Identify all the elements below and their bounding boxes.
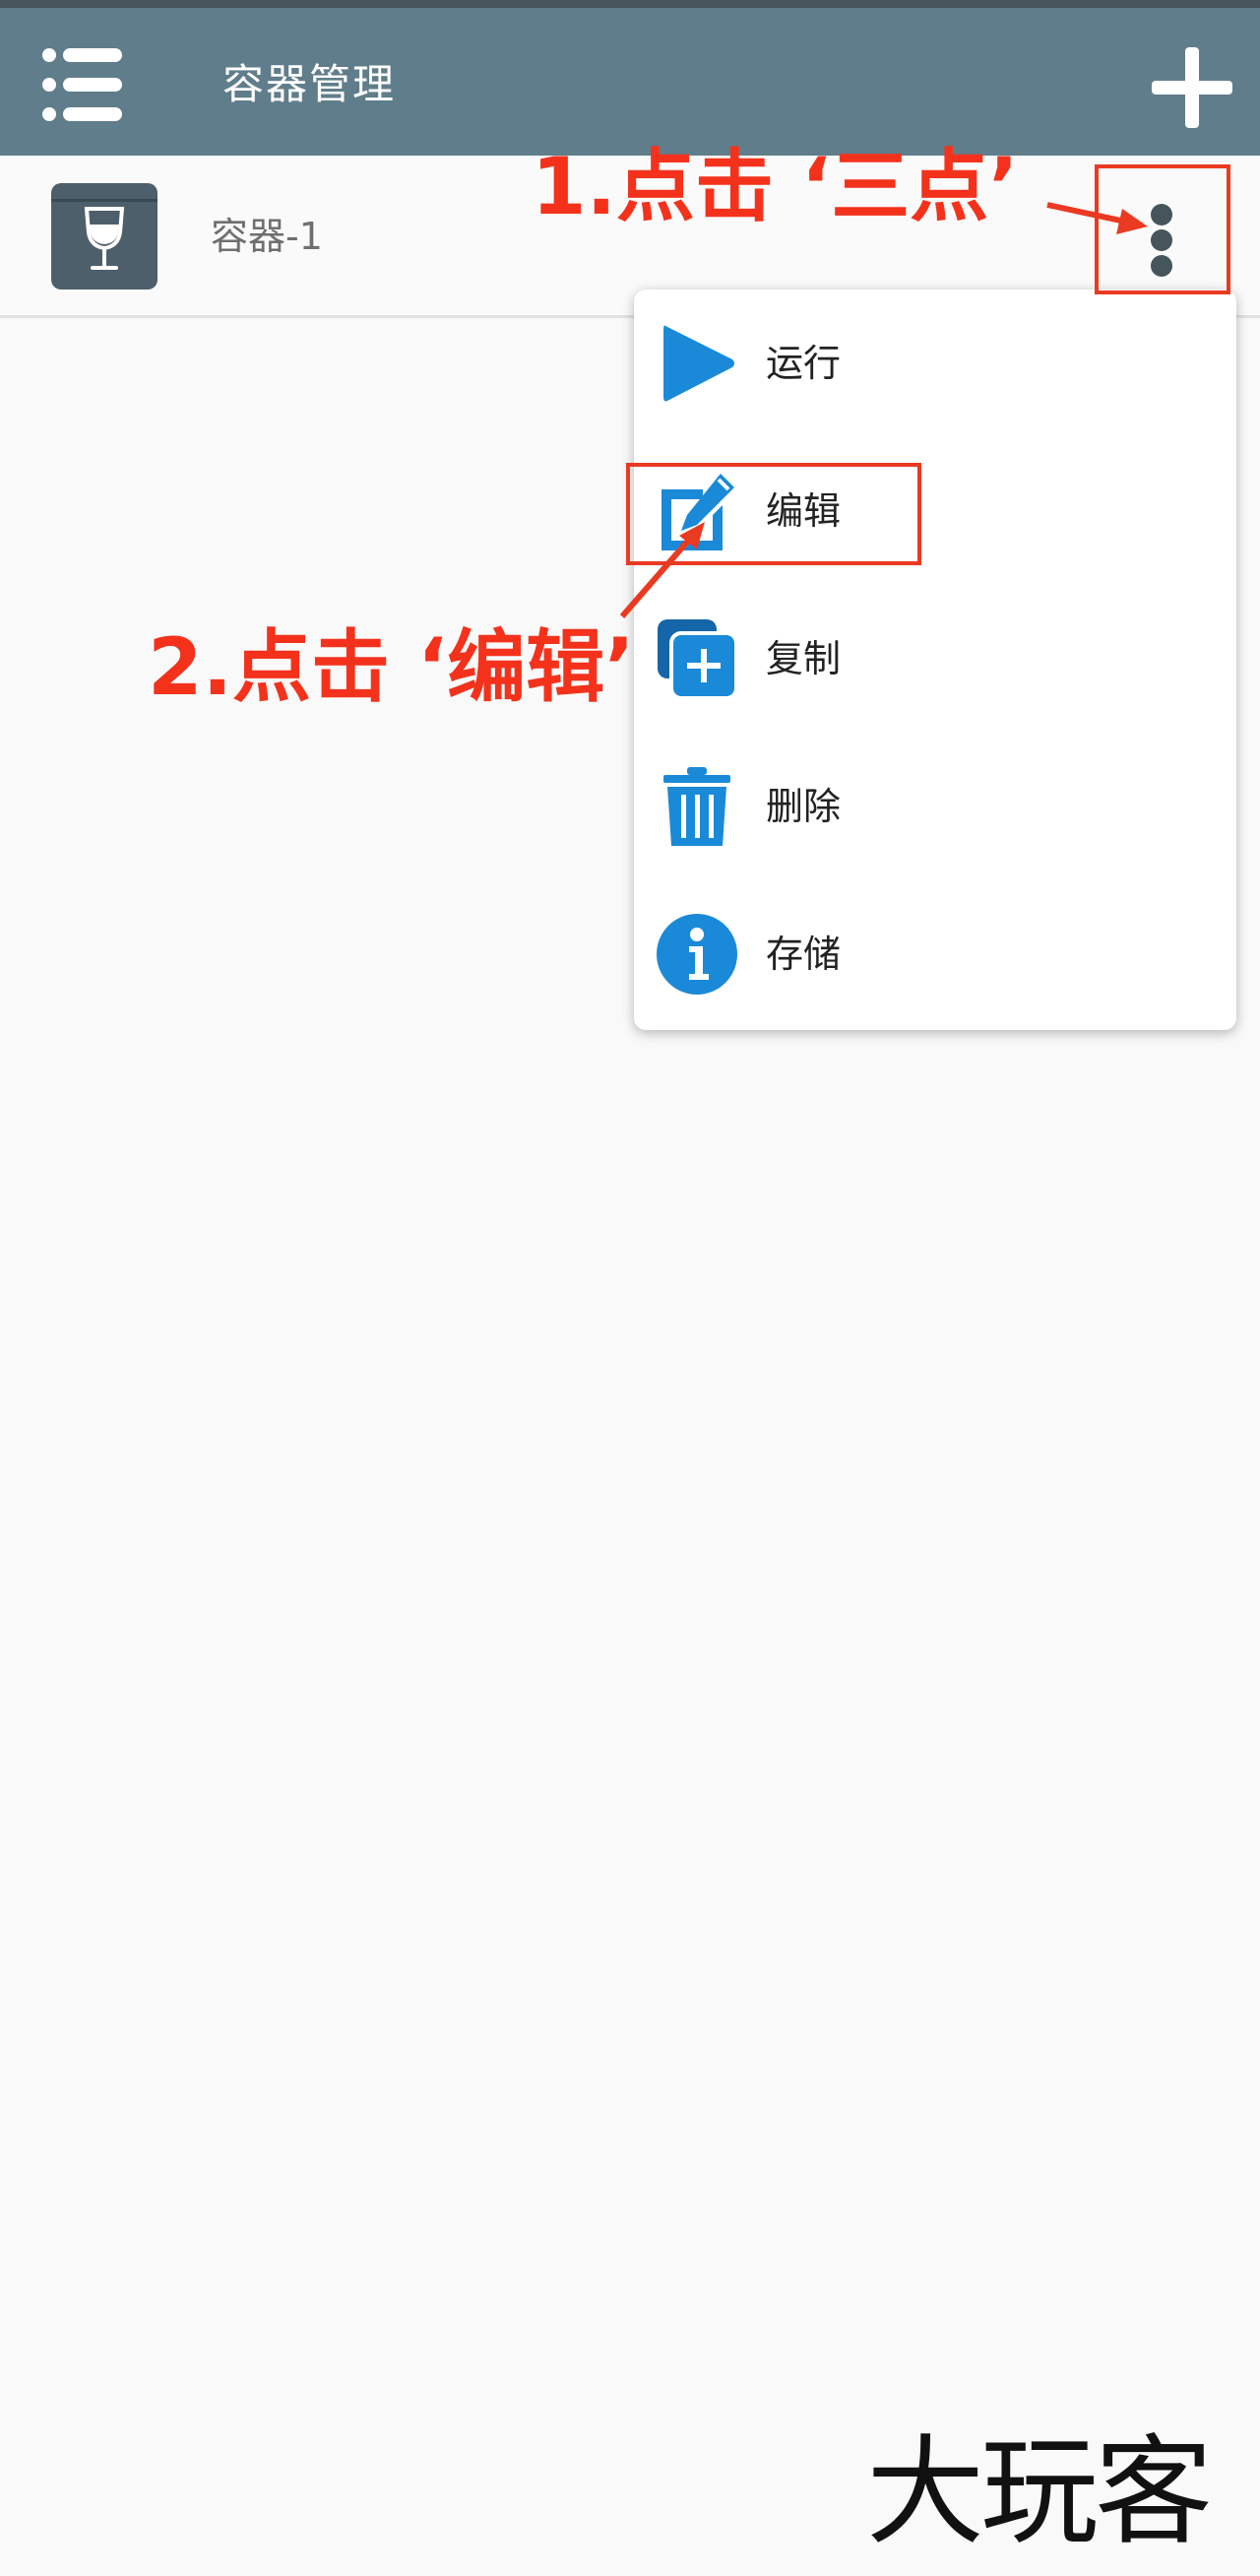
plus-icon xyxy=(1152,47,1232,128)
menu-item-copy[interactable]: 复制 xyxy=(634,585,1236,733)
wine-glass-box-icon xyxy=(49,181,159,291)
menu-item-label: 运行 xyxy=(766,342,842,385)
context-menu: 运行 编辑 复制 删除 存储 xyxy=(634,290,1236,1030)
play-icon xyxy=(663,325,734,402)
add-container-button[interactable] xyxy=(1148,43,1236,132)
menu-item-storage[interactable]: 存储 xyxy=(634,880,1236,1028)
menu-button[interactable] xyxy=(39,43,134,126)
watermark-logo: 大玩客 xyxy=(866,2424,1213,2561)
highlight-box-dots xyxy=(1095,164,1230,294)
menu-item-run[interactable]: 运行 xyxy=(634,290,1236,437)
menu-item-label: 复制 xyxy=(766,637,842,680)
container-name: 容器-1 xyxy=(211,215,323,258)
info-icon xyxy=(657,914,737,995)
menu-item-label: 删除 xyxy=(766,785,842,828)
list-menu-icon xyxy=(42,48,122,121)
trash-icon xyxy=(663,767,730,846)
copy-icon xyxy=(658,619,738,700)
annotation-step-1: 1.点击 ‘三点’ xyxy=(532,141,1019,232)
app-bar: 容器管理 xyxy=(0,8,1260,156)
highlight-box-edit xyxy=(626,463,921,565)
status-strip xyxy=(0,0,1260,8)
menu-item-delete[interactable]: 删除 xyxy=(634,733,1236,880)
page-title: 容器管理 xyxy=(222,60,397,108)
annotation-step-2: 2.点击 ‘编辑’ xyxy=(148,621,635,713)
menu-item-label: 存储 xyxy=(766,933,842,976)
